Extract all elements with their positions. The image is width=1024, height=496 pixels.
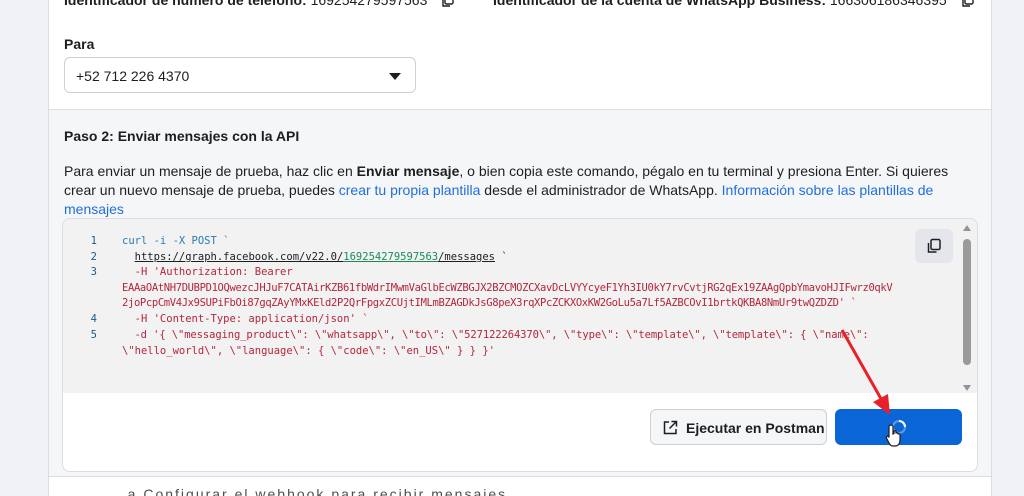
scroll-up-icon[interactable] [963, 225, 971, 231]
code-scrollbar[interactable] [961, 225, 973, 391]
code-phone-id: 169254279597563 [343, 251, 439, 263]
line-number: 3 [90, 266, 97, 278]
external-link-icon [663, 420, 678, 435]
phone-id-label: Identificador de número de teléfono: [64, 0, 307, 8]
to-phone-value: +52 712 226 4370 [76, 68, 190, 84]
copy-icon[interactable] [961, 0, 975, 8]
desc-text-1: Para enviar un mensaje de prueba, haz cl… [64, 163, 357, 179]
divider [49, 476, 991, 477]
copy-code-button[interactable] [915, 229, 953, 263]
step2-title: Paso 2: Enviar mensajes con la API [64, 128, 300, 144]
scroll-thumb[interactable] [963, 239, 971, 365]
line-number: 5 [90, 329, 97, 341]
create-template-link[interactable]: crear tu propia plantilla [339, 182, 481, 198]
code-line-3c: 2joPcpCmV4Jx9SUPiFbOi87gqZAyYMxKEld2P2Qr… [122, 297, 857, 309]
line-number: 2 [90, 251, 97, 263]
code-line-2: https://graph.facebook.com/v22.0/1692542… [122, 251, 508, 263]
code-line-2-tail: ` [495, 251, 508, 263]
run-in-postman-button[interactable]: Ejecutar en Postman [650, 409, 827, 445]
code-line-1: curl -i -X POST ` [122, 235, 230, 247]
copy-icon[interactable] [441, 0, 455, 8]
send-message-button[interactable] [835, 409, 962, 445]
code-line-3b: EAAaOAtNH7DUBPD1OQwezcJHJuF7CATAirKZB61f… [122, 282, 893, 294]
ids-row: Identificador de número de teléfono: 169… [64, 0, 975, 8]
code-block[interactable]: 1 2 3 4 5 curl -i -X POST ` https://grap… [63, 219, 977, 393]
line-number: 4 [90, 313, 97, 325]
code-line-4: -H 'Content-Type: application/json' ` [122, 313, 369, 325]
desc-bold: Enviar mensaje [356, 163, 460, 179]
account-id-value: 166306186346395 [829, 0, 947, 8]
postman-label: Ejecutar en Postman [686, 420, 825, 436]
step2-description: Para enviar un mensaje de prueba, haz cl… [64, 162, 974, 219]
code-line-3a: -H 'Authorization: Bearer [122, 266, 293, 278]
next-step-partial: ...a Configurar el webhook para recibir … [110, 486, 525, 496]
chevron-down-icon [389, 73, 401, 80]
code-url-b: /messages [438, 251, 496, 263]
phone-id-value: 169254279597563 [310, 0, 428, 8]
to-phone-select[interactable]: +52 712 226 4370 [64, 57, 416, 93]
desc-text-3: desde el administrador de WhatsApp. [480, 182, 722, 198]
scroll-down-icon[interactable] [963, 385, 971, 391]
code-line-5a: -d '{ \"messaging_product\": \"whatsapp\… [122, 329, 869, 341]
copy-icon [927, 238, 941, 253]
code-line-5b: \"hello_world\", \"language\": { \"code\… [122, 345, 495, 357]
code-url-a: https://graph.facebook.com/v22.0/ [134, 251, 344, 263]
line-number: 1 [90, 235, 97, 247]
to-label: Para [64, 36, 95, 52]
code-card: 1 2 3 4 5 curl -i -X POST ` https://grap… [62, 218, 978, 472]
account-id-label: Identificador de la cuenta de WhatsApp B… [493, 0, 826, 8]
loading-spinner-icon [892, 420, 906, 434]
